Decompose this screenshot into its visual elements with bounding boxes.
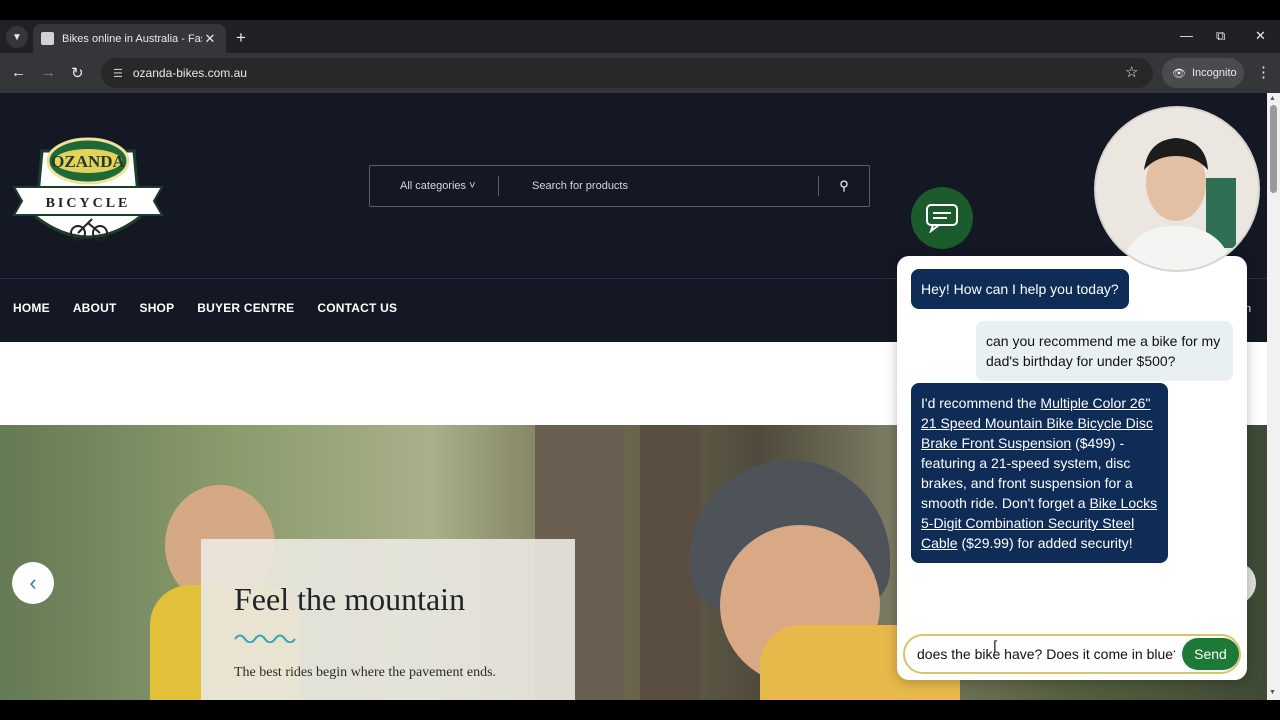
text-cursor-icon: ⌈: [993, 638, 999, 654]
favicon: [41, 32, 54, 45]
page-scrollbar[interactable]: ▲ ▼: [1267, 93, 1280, 700]
bot-greeting-message: Hey! How can I help you today?: [911, 269, 1129, 309]
carousel-prev-button[interactable]: ‹: [12, 562, 54, 604]
scrollbar-thumb[interactable]: [1270, 105, 1277, 193]
product-search-bar: All categories ˅ Search for products ⚲: [369, 165, 870, 207]
incognito-badge[interactable]: 👁 Incognito: [1162, 58, 1244, 88]
webcam-overlay: [1094, 106, 1260, 272]
logo-sub: BICYCLE: [46, 196, 131, 211]
hero-title: Feel the mountain: [234, 581, 466, 617]
new-tab-icon[interactable]: +: [236, 28, 246, 48]
chevron-down-icon: ˅: [469, 180, 476, 192]
browser-tab[interactable]: Bikes online in Australia - Fast D ✕: [33, 24, 226, 53]
reply-text: ($29.99) for added security!: [957, 535, 1133, 551]
tab-title: Bikes online in Australia - Fast D: [62, 32, 202, 45]
incognito-icon: 👁: [1172, 67, 1186, 80]
chat-bubble-icon: [926, 204, 958, 233]
search-icon[interactable]: ⚲: [819, 178, 869, 194]
hero-subtitle: The best rides begin where the pavement …: [234, 665, 497, 680]
hero-text-card: Feel the mountain The best rides begin w…: [201, 539, 575, 700]
user-message: can you recommend me a bike for my dad's…: [976, 321, 1233, 381]
minimize-icon[interactable]: —: [1180, 28, 1193, 43]
nav-buyer-centre[interactable]: BUYER CENTRE: [197, 301, 294, 315]
bookmark-star-icon[interactable]: ☆: [1125, 63, 1138, 81]
tab-search-icon[interactable]: ▼: [6, 26, 28, 48]
wave-divider-icon: [234, 634, 296, 643]
restore-icon[interactable]: ⧉: [1216, 28, 1225, 44]
nav-contact-us[interactable]: CONTACT US: [317, 301, 397, 315]
logo-brand: OZANDA: [51, 152, 125, 171]
url-text: ozanda-bikes.com.au: [132, 66, 247, 80]
nav-about[interactable]: ABOUT: [73, 301, 117, 315]
chat-input-box: Send: [903, 634, 1241, 674]
chat-panel: Hey! How can I help you today? can you r…: [897, 256, 1247, 680]
close-tab-icon[interactable]: ✕: [202, 31, 218, 47]
scroll-up-icon[interactable]: ▲: [1269, 95, 1276, 102]
tab-strip: ▼ Bikes online in Australia - Fast D ✕ +…: [0, 20, 1280, 53]
reply-text: I'd recommend the: [921, 395, 1041, 411]
scroll-down-icon[interactable]: ▼: [1269, 689, 1276, 696]
site-info-icon[interactable]: ☰: [113, 67, 123, 80]
reload-icon[interactable]: ↻: [71, 64, 84, 82]
forward-icon[interactable]: →: [41, 64, 56, 81]
nav-home[interactable]: HOME: [13, 301, 50, 315]
chat-toggle-button[interactable]: [911, 187, 973, 249]
category-select[interactable]: All categories ˅: [370, 180, 498, 192]
incognito-label: Incognito: [1191, 67, 1237, 79]
bot-recommendation-message: I'd recommend the Multiple Color 26" 21 …: [911, 383, 1168, 563]
send-button[interactable]: Send: [1182, 638, 1239, 670]
main-nav: HOME ABOUT SHOP BUYER CENTRE CONTACT US: [13, 301, 397, 315]
search-input[interactable]: Search for products: [499, 180, 818, 192]
screen-top-bar: [0, 0, 1280, 20]
menu-kebab-icon[interactable]: ⋮: [1256, 63, 1271, 81]
ozanda-logo[interactable]: OZANDA BICYCLE: [12, 129, 164, 255]
presenter-video-icon: [1096, 108, 1258, 270]
back-icon[interactable]: ←: [11, 64, 26, 81]
url-field[interactable]: ☰ ozanda-bikes.com.au: [101, 58, 1153, 88]
nav-shop[interactable]: SHOP: [139, 301, 174, 315]
screen-bottom-bar: [0, 700, 1280, 720]
category-label: All categories: [400, 180, 467, 192]
close-window-icon[interactable]: ✕: [1255, 28, 1266, 44]
chat-message-input[interactable]: [917, 644, 1175, 664]
address-bar: ← → ↻ ☰ ozanda-bikes.com.au ☆ 👁 Incognit…: [0, 53, 1280, 93]
